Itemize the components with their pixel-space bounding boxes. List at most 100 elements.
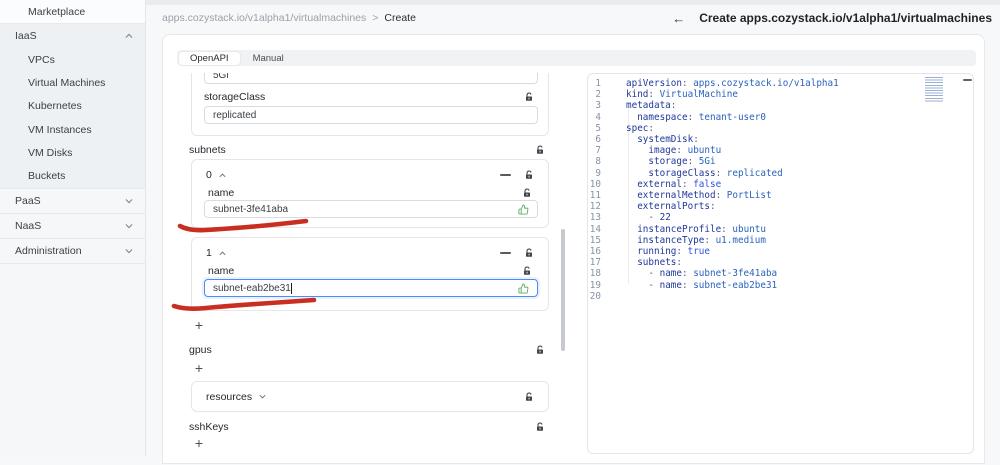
code-line-9: 9 storageClass: replicated xyxy=(588,168,973,179)
add-subnet-button[interactable]: + xyxy=(191,317,207,333)
gpus-label: gpus xyxy=(189,344,212,356)
sidebar-item-virtual-machines[interactable]: Virtual Machines xyxy=(0,71,145,94)
code-token: - xyxy=(626,279,660,291)
view-mode-tabs: OpenAPI Manual xyxy=(177,50,976,66)
add-gpu-button[interactable]: + xyxy=(191,360,207,376)
code-line-11: 11 externalMethod: PortList xyxy=(588,190,973,201)
code-line-13: 13 - 22 xyxy=(588,212,973,223)
subnet-1-name-input[interactable]: subnet-eab2be31 xyxy=(204,279,538,297)
code-token: externalPorts xyxy=(637,201,710,213)
line-number: 7 xyxy=(595,145,601,157)
code-token: : xyxy=(687,111,699,123)
subnet-0-index: 0 xyxy=(206,169,212,181)
code-line-10: 10 external: false xyxy=(588,179,973,190)
thumbs-up-icon xyxy=(518,282,529,294)
sidebar-group-header-naas[interactable]: NaaS xyxy=(0,214,145,238)
line-number: 6 xyxy=(595,134,601,146)
code-token: ubuntu xyxy=(687,145,722,157)
code-text: namespace: tenant-user0 xyxy=(626,112,766,123)
code-token: subnets xyxy=(637,257,677,269)
code-line-6: 6 systemDisk: xyxy=(588,134,973,145)
tab-openapi[interactable]: OpenAPI xyxy=(179,51,240,65)
code-line-4: 4 namespace: tenant-user0 xyxy=(588,112,973,123)
code-token: : xyxy=(715,167,727,179)
code-content: 1 apiVersion: apps.cozystack.io/v1alpha1 2… xyxy=(588,78,973,302)
top-divider-strip xyxy=(146,0,1000,5)
code-token: instanceProfile xyxy=(637,223,722,235)
sidebar-group-header-administration[interactable]: Administration xyxy=(0,239,145,263)
code-text: instanceProfile: ubuntu xyxy=(626,224,766,235)
code-token: storage xyxy=(648,156,688,168)
editor-collapse-icon[interactable] xyxy=(963,79,972,81)
code-token: systemDisk xyxy=(637,134,694,146)
sidebar-group-paas: PaaS xyxy=(0,189,145,214)
text-cursor xyxy=(290,282,292,294)
add-ssh-key-button[interactable]: + xyxy=(191,435,207,451)
code-text: storage: 5Gi xyxy=(626,156,715,168)
code-token: spec xyxy=(626,122,649,134)
code-token: metadata xyxy=(626,100,671,112)
back-arrow-icon[interactable]: ← xyxy=(672,12,685,25)
storage-class-input[interactable]: replicated xyxy=(204,106,538,124)
editor-minimap[interactable] xyxy=(925,77,943,103)
sidebar-item-vm-disks[interactable]: VM Disks xyxy=(0,141,145,164)
code-token: image xyxy=(648,145,677,157)
resources-group-card[interactable]: resources xyxy=(191,381,549,412)
chevron-down-icon[interactable] xyxy=(259,393,266,400)
line-number: 20 xyxy=(589,290,601,302)
code-line-19: 19 - name: subnet-eab2be31 xyxy=(588,280,973,291)
unlock-icon xyxy=(524,170,534,180)
line-number: 15 xyxy=(589,234,601,246)
breadcrumb-path[interactable]: apps.cozystack.io/v1alpha1/virtualmachin… xyxy=(162,12,366,24)
remove-subnet-1-button[interactable] xyxy=(500,247,511,259)
code-line-16: 16 running: true xyxy=(588,246,973,257)
code-token: : xyxy=(681,268,694,280)
code-line-1: 1 apiVersion: apps.cozystack.io/v1alpha1 xyxy=(588,78,973,89)
code-token: : xyxy=(670,100,677,112)
code-text: - name: subnet-eab2be31 xyxy=(626,280,777,291)
sidebar-item-marketplace[interactable]: Marketplace xyxy=(0,0,145,24)
code-line-14: 14 instanceProfile: ubuntu xyxy=(588,224,973,235)
sidebar-group-header-paas[interactable]: PaaS xyxy=(0,189,145,213)
code-token: namespace xyxy=(637,111,688,123)
code-token: instanceType xyxy=(637,234,705,246)
line-number: 10 xyxy=(589,178,601,190)
form-scrollbar-thumb[interactable] xyxy=(561,229,565,351)
subnet-1-name-label: name xyxy=(208,265,235,277)
sidebar-item-kubernetes[interactable]: Kubernetes xyxy=(0,95,145,118)
sidebar-item-vpcs[interactable]: VPCs xyxy=(0,48,145,71)
code-token: replicated xyxy=(726,167,783,179)
chevron-up-icon[interactable] xyxy=(219,172,226,179)
line-number: 14 xyxy=(589,223,601,235)
chevron-up-icon[interactable] xyxy=(219,250,226,257)
sidebar-item-vm-instances[interactable]: VM Instances xyxy=(0,118,145,141)
subnet-0-name-label: name xyxy=(208,187,235,199)
code-token: true xyxy=(687,246,710,258)
code-line-2: 2 kind: VirtualMachine xyxy=(588,89,973,100)
remove-subnet-0-button[interactable] xyxy=(500,169,511,181)
subnet-0-name-input[interactable]: subnet-3fe41aba xyxy=(204,200,538,218)
code-token: : xyxy=(676,145,688,157)
storage-input[interactable]: 5Gi xyxy=(204,73,538,84)
code-line-15: 15 instanceType: u1.medium xyxy=(588,235,973,246)
code-token: name xyxy=(659,268,682,280)
code-token: : xyxy=(648,89,660,101)
code-token: : xyxy=(681,178,694,190)
code-text: kind: VirtualMachine xyxy=(626,89,738,100)
code-text: systemDisk: xyxy=(626,134,699,145)
unlock-icon xyxy=(524,92,534,102)
yaml-editor[interactable]: 1 apiVersion: apps.cozystack.io/v1alpha1 2… xyxy=(587,73,974,454)
form-scroll-area[interactable]: 5Gi storageClass replicated subnets 0 na… xyxy=(167,73,559,465)
code-token: apiVersion xyxy=(626,78,682,89)
sidebar-group-header-iaas[interactable]: IaaS xyxy=(0,24,145,48)
code-text: spec: xyxy=(626,123,654,134)
tab-manual[interactable]: Manual xyxy=(242,52,295,65)
sidebar-item-buckets[interactable]: Buckets xyxy=(0,164,145,187)
sidebar-group-label: NaaS xyxy=(15,219,42,232)
code-token: tenant-user0 xyxy=(698,111,766,123)
code-token: : xyxy=(676,257,682,269)
